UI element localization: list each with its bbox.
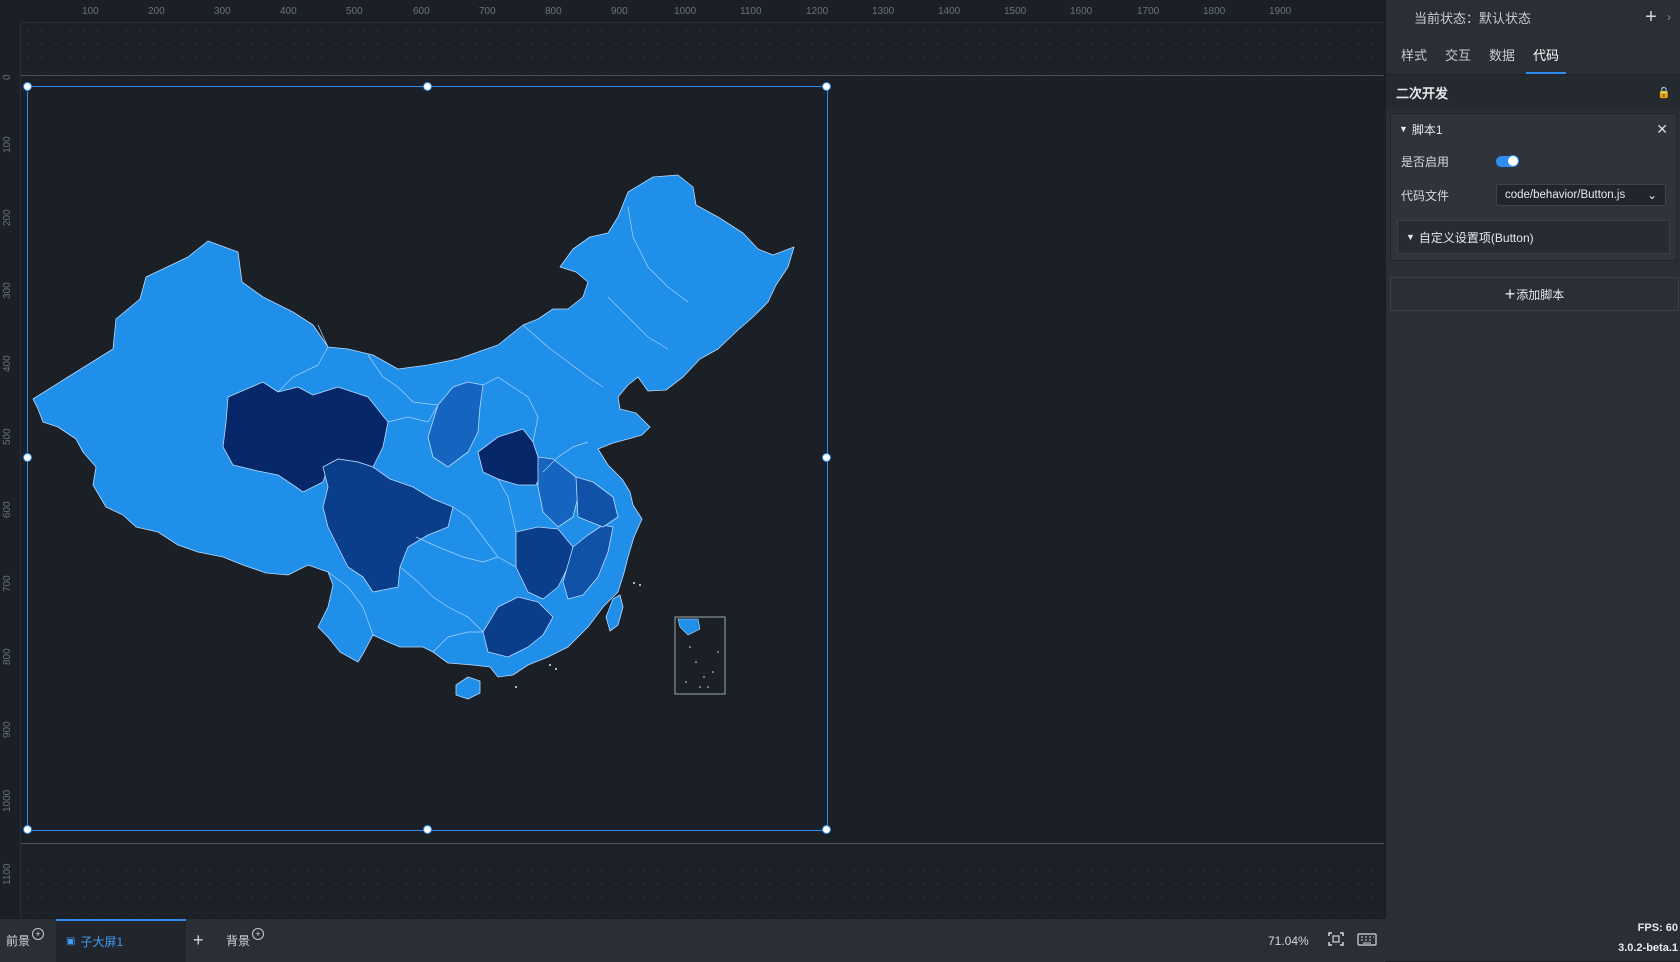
plus-icon[interactable]: + bbox=[1641, 6, 1661, 29]
script-title: 脚本1 bbox=[1411, 122, 1443, 137]
plus-icon: + bbox=[193, 930, 204, 950]
china-map[interactable] bbox=[28, 87, 827, 830]
section-secondary-dev: 二次开发 🔒 bbox=[1386, 75, 1680, 109]
enabled-label: 是否启用 bbox=[1401, 154, 1450, 169]
sub-screen bbox=[21, 75, 1384, 844]
ruler-tick: 0 bbox=[2, 74, 13, 80]
version-label: 3.0.2-beta.1 bbox=[1618, 942, 1678, 954]
ruler-tick: 1800 bbox=[1203, 6, 1226, 17]
screen-tab-label: 子大屏1 bbox=[80, 935, 124, 949]
plus-icon: + bbox=[1504, 283, 1516, 304]
triangle-down-icon: ▼ bbox=[1399, 124, 1408, 134]
circle-plus-icon[interactable]: + bbox=[252, 927, 265, 940]
resize-handle-e[interactable] bbox=[822, 453, 831, 462]
ruler-tick: 600 bbox=[413, 6, 430, 17]
enabled-toggle[interactable] bbox=[1496, 154, 1519, 167]
ruler-tick: 300 bbox=[2, 282, 13, 299]
tab-background[interactable]: 背景 + bbox=[226, 919, 265, 962]
circle-plus-icon[interactable]: + bbox=[32, 927, 45, 940]
editor-canvas[interactable] bbox=[21, 23, 1384, 918]
zoom-level[interactable]: 71.04% bbox=[1268, 919, 1309, 962]
keyboard-icon[interactable] bbox=[1357, 931, 1377, 947]
ruler-tick: 1700 bbox=[1137, 6, 1160, 17]
custom-settings-header[interactable]: ▼ 自定义设置项(Button) bbox=[1397, 220, 1670, 254]
tab-sub-screen[interactable]: ▣ 子大屏1 bbox=[56, 919, 186, 962]
lock-icon[interactable]: 🔒 bbox=[1657, 86, 1671, 99]
map-region bbox=[455, 676, 481, 700]
tab-foreground[interactable]: 前景 + bbox=[6, 919, 45, 962]
ruler-tick: 1900 bbox=[1269, 6, 1292, 17]
chevron-down-icon: ⌄ bbox=[1647, 190, 1657, 202]
tab-style[interactable]: 样式 bbox=[1394, 45, 1434, 74]
chevron-right-icon[interactable]: › bbox=[1667, 10, 1671, 24]
add-screen-button[interactable]: + bbox=[193, 919, 204, 962]
code-file-row: 代码文件 code/behavior/Button.js ⌄ bbox=[1391, 178, 1676, 212]
ruler-tick: 400 bbox=[2, 355, 13, 372]
properties-panel: 当前状态：默认状态 + › 样式 交互 数据 代码 二次开发 🔒 ▼ 脚本1 ✕… bbox=[1385, 0, 1680, 918]
fps-label: FPS: 60 bbox=[1637, 922, 1678, 934]
ruler-tick: 200 bbox=[148, 6, 165, 17]
script-card: ▼ 脚本1 ✕ 是否启用 代码文件 code/behavior/Button.j… bbox=[1390, 113, 1677, 261]
close-icon[interactable]: ✕ bbox=[1656, 121, 1668, 138]
ruler-tick: 1100 bbox=[740, 6, 762, 17]
enabled-row: 是否启用 bbox=[1391, 144, 1676, 178]
code-file-select[interactable]: code/behavior/Button.js ⌄ bbox=[1496, 184, 1666, 206]
ruler-tick: 700 bbox=[2, 575, 13, 592]
resize-handle-nw[interactable] bbox=[23, 82, 32, 91]
ruler-tick: 500 bbox=[2, 428, 13, 445]
resize-handle-s[interactable] bbox=[423, 825, 432, 834]
state-header: 当前状态：默认状态 + › bbox=[1386, 0, 1680, 34]
ruler-tick: 900 bbox=[2, 721, 13, 738]
ruler-tick: 1000 bbox=[674, 6, 697, 17]
ruler-tick: 500 bbox=[346, 6, 363, 17]
resize-handle-n[interactable] bbox=[423, 82, 432, 91]
code-file-label: 代码文件 bbox=[1401, 188, 1450, 203]
resize-handle-w[interactable] bbox=[23, 453, 32, 462]
tab-data[interactable]: 数据 bbox=[1482, 45, 1522, 74]
ruler-tick: 400 bbox=[280, 6, 297, 17]
ruler-tick: 800 bbox=[2, 648, 13, 665]
resize-handle-sw[interactable] bbox=[23, 825, 32, 834]
resize-handle-se[interactable] bbox=[822, 825, 831, 834]
triangle-down-icon: ▼ bbox=[1406, 232, 1415, 242]
ruler-tick: 100 bbox=[2, 136, 13, 153]
ruler-tick: 900 bbox=[611, 6, 628, 17]
ruler-tick: 300 bbox=[214, 6, 231, 17]
ruler-tick: 1600 bbox=[1070, 6, 1093, 17]
ruler-top: 0 100 200 300 400 500 600 700 800 900 10… bbox=[22, 0, 1384, 23]
ruler-tick: 600 bbox=[2, 501, 13, 518]
ruler-tick: 1500 bbox=[1004, 6, 1027, 17]
code-file-value: code/behavior/Button.js bbox=[1505, 189, 1626, 201]
background-label: 背景 bbox=[226, 934, 251, 948]
tab-interaction[interactable]: 交互 bbox=[1438, 45, 1478, 74]
tab-code[interactable]: 代码 bbox=[1526, 45, 1567, 74]
add-script-button[interactable]: + 添加脚本 bbox=[1390, 277, 1679, 311]
foreground-label: 前景 bbox=[6, 934, 31, 948]
script-card-header[interactable]: ▼ 脚本1 ✕ bbox=[1391, 114, 1676, 144]
bottom-bar: 前景 + ▣ 子大屏1 + 背景 + 71.04% bbox=[0, 918, 1385, 962]
map-widget-selection[interactable] bbox=[23, 82, 831, 834]
ruler-tick: 1400 bbox=[938, 6, 961, 17]
fullscreen-icon[interactable] bbox=[1327, 931, 1345, 947]
ruler-tick: 200 bbox=[2, 209, 13, 226]
ruler-tick: 1100 bbox=[2, 863, 13, 885]
ruler-left: 0 100 200 300 400 500 600 700 800 900 10… bbox=[0, 22, 21, 918]
screen-icon: ▣ bbox=[66, 936, 76, 947]
ruler-tick: 1000 bbox=[2, 789, 13, 812]
map-region bbox=[32, 174, 795, 678]
status-corner: FPS: 60 3.0.2-beta.1 bbox=[1385, 918, 1680, 961]
current-state-label: 当前状态：默认状态 bbox=[1414, 10, 1532, 26]
section-title: 二次开发 bbox=[1396, 85, 1449, 101]
ruler-tick: 700 bbox=[479, 6, 496, 17]
ruler-tick: 1300 bbox=[872, 6, 895, 17]
custom-settings-label: 自定义设置项(Button) bbox=[1418, 230, 1534, 245]
panel-tabs: 样式 交互 数据 代码 bbox=[1386, 34, 1680, 75]
resize-handle-ne[interactable] bbox=[822, 82, 831, 91]
ruler-tick: 100 bbox=[82, 6, 99, 17]
ruler-tick: 800 bbox=[545, 6, 562, 17]
add-script-label: 添加脚本 bbox=[1516, 287, 1565, 302]
ruler-tick: 1200 bbox=[806, 6, 829, 17]
